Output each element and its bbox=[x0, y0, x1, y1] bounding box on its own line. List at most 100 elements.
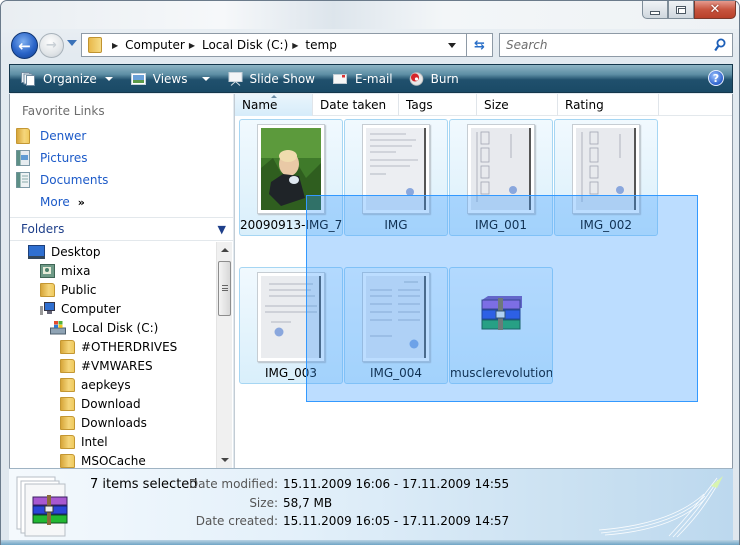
column-header-size[interactable]: Size bbox=[477, 94, 558, 116]
file-tile[interactable]: 20090913-IMG_7... bbox=[239, 119, 343, 236]
file-tile[interactable]: IMG_003 bbox=[239, 267, 343, 384]
column-header-date-taken[interactable]: Date taken bbox=[313, 94, 399, 116]
tree-item-label: #VMWARES bbox=[81, 358, 153, 373]
favorite-link-label: Pictures bbox=[40, 151, 88, 165]
help-button[interactable]: ? bbox=[708, 70, 724, 86]
scrollbar-thumb[interactable] bbox=[218, 261, 231, 316]
tree-item-label: Computer bbox=[61, 301, 121, 316]
tree-item-public[interactable]: Public bbox=[40, 280, 97, 299]
explorer-window: ✕ ← → ▶ Computer ▶ Local Disk (C:) ▶ tem… bbox=[0, 0, 740, 545]
date-created-label: Date created: bbox=[195, 514, 278, 528]
address-dropdown-icon[interactable] bbox=[448, 43, 456, 48]
date-created-value: 15.11.2009 16:05 - 17.11.2009 14:57 bbox=[283, 514, 510, 528]
views-dropdown-icon[interactable] bbox=[201, 76, 210, 81]
file-list[interactable]: Name Date taken Tags Size Rating 2009091… bbox=[234, 94, 733, 468]
file-tile[interactable]: IMG_002 bbox=[554, 119, 658, 236]
search-input[interactable] bbox=[500, 34, 700, 56]
tree-item-mixa[interactable]: mixa bbox=[40, 261, 90, 280]
document-scan-icon bbox=[576, 128, 636, 210]
tree-item-label: Downloads bbox=[81, 415, 147, 430]
file-name: IMG bbox=[384, 218, 408, 232]
scroll-up-icon[interactable] bbox=[221, 248, 229, 252]
documents-icon bbox=[16, 172, 30, 188]
breadcrumb-computer[interactable]: Computer bbox=[125, 38, 185, 52]
folder-tree-scrollbar[interactable] bbox=[216, 242, 232, 468]
chevron-down-icon[interactable]: ▼ bbox=[218, 223, 226, 236]
column-header-name[interactable]: Name bbox=[235, 94, 313, 116]
desktop-icon bbox=[28, 244, 45, 259]
organize-button[interactable]: Organize bbox=[18, 67, 116, 91]
tree-item-downloads[interactable]: Downloads bbox=[60, 413, 147, 432]
breadcrumb-separator-icon[interactable]: ▶ bbox=[112, 41, 118, 50]
forward-button[interactable]: → bbox=[39, 33, 64, 58]
scroll-down-icon[interactable] bbox=[221, 458, 229, 462]
file-name: 20090913-IMG_7... bbox=[240, 218, 342, 232]
back-button[interactable]: ← bbox=[11, 32, 38, 59]
recent-pages-dropdown[interactable] bbox=[67, 40, 77, 46]
file-tile[interactable]: IMG bbox=[344, 119, 448, 236]
tree-item-aepkeys[interactable]: aepkeys bbox=[60, 375, 131, 394]
email-button[interactable]: E-mail bbox=[330, 67, 396, 91]
file-tile[interactable]: musclerevolution_ bbox=[449, 267, 553, 384]
title-bar[interactable]: ✕ bbox=[1, 1, 739, 29]
favorite-link-documents[interactable]: Documents bbox=[16, 170, 108, 190]
folders-header[interactable]: Folders ▼ bbox=[10, 217, 234, 241]
folder-icon bbox=[60, 377, 75, 392]
breadcrumb-temp[interactable]: temp bbox=[305, 38, 336, 52]
column-header-tags[interactable]: Tags bbox=[399, 94, 477, 116]
document-scan-icon bbox=[261, 276, 321, 358]
tree-item-msocache[interactable]: MSOCache bbox=[60, 451, 146, 468]
tree-item-local-disk[interactable]: Local Disk (C:) bbox=[50, 318, 158, 337]
file-name: IMG_003 bbox=[264, 366, 318, 380]
computer-icon bbox=[40, 301, 55, 315]
favorite-link-pictures[interactable]: Pictures bbox=[16, 148, 88, 168]
folders-heading: Folders bbox=[21, 222, 65, 236]
folder-icon bbox=[60, 396, 75, 411]
document-scan-icon bbox=[366, 128, 426, 210]
scan-thumbnail bbox=[257, 272, 325, 362]
command-bar: Organize Views Slide Show E-mail Burn ? bbox=[9, 64, 733, 93]
slideshow-label: Slide Show bbox=[249, 71, 315, 86]
close-button[interactable]: ✕ bbox=[694, 1, 736, 19]
tree-item-vmwares[interactable]: #VMWARES bbox=[60, 356, 153, 375]
maximize-button[interactable] bbox=[668, 1, 694, 19]
grip-icon bbox=[222, 285, 228, 291]
tree-item-intel[interactable]: Intel bbox=[60, 432, 108, 451]
slideshow-button[interactable]: Slide Show bbox=[225, 67, 318, 91]
tree-item-label: Desktop bbox=[51, 244, 101, 259]
address-bar[interactable]: ▶ Computer ▶ Local Disk (C:) ▶ temp bbox=[81, 33, 467, 57]
document-scan-icon bbox=[366, 276, 426, 358]
tree-item-computer[interactable]: Computer bbox=[40, 299, 121, 318]
folder-icon bbox=[16, 128, 30, 144]
email-label: E-mail bbox=[354, 71, 393, 86]
favorite-link-label: Documents bbox=[40, 173, 109, 187]
file-tile[interactable]: IMG_001 bbox=[449, 119, 553, 236]
drive-icon bbox=[50, 320, 66, 334]
minimize-button[interactable] bbox=[642, 1, 668, 19]
breadcrumb-separator-icon[interactable]: ▶ bbox=[292, 41, 298, 50]
file-name: IMG_002 bbox=[579, 218, 633, 232]
tree-item-label: Download bbox=[81, 396, 141, 411]
burn-button[interactable]: Burn bbox=[406, 67, 462, 91]
column-label: Size bbox=[484, 98, 509, 112]
tree-item-desktop[interactable]: Desktop bbox=[28, 242, 101, 261]
refresh-button[interactable]: ⇆ bbox=[467, 33, 493, 57]
more-links-button[interactable]: More » bbox=[40, 192, 85, 212]
pictures-icon bbox=[16, 150, 30, 166]
column-headers: Name Date taken Tags Size Rating bbox=[235, 94, 732, 116]
slideshow-icon bbox=[228, 71, 242, 86]
views-button[interactable]: Views bbox=[128, 67, 213, 91]
breadcrumb-local-disk[interactable]: Local Disk (C:) bbox=[202, 38, 288, 52]
folder-icon bbox=[60, 415, 75, 430]
search-icon[interactable] bbox=[714, 38, 726, 52]
tree-item-label: aepkeys bbox=[81, 377, 131, 392]
tree-item-label: #OTHERDRIVES bbox=[81, 339, 178, 354]
favorite-link-denwer[interactable]: Denwer bbox=[16, 126, 86, 146]
column-header-rating[interactable]: Rating bbox=[558, 94, 659, 116]
breadcrumb-separator-icon[interactable]: ▶ bbox=[189, 41, 195, 50]
file-tile[interactable]: IMG_004 bbox=[344, 267, 448, 384]
refresh-icon: ⇆ bbox=[474, 37, 485, 53]
tree-item-otherdrives[interactable]: #OTHERDRIVES bbox=[60, 337, 177, 356]
scan-thumbnail bbox=[362, 272, 430, 362]
tree-item-download[interactable]: Download bbox=[60, 394, 141, 413]
